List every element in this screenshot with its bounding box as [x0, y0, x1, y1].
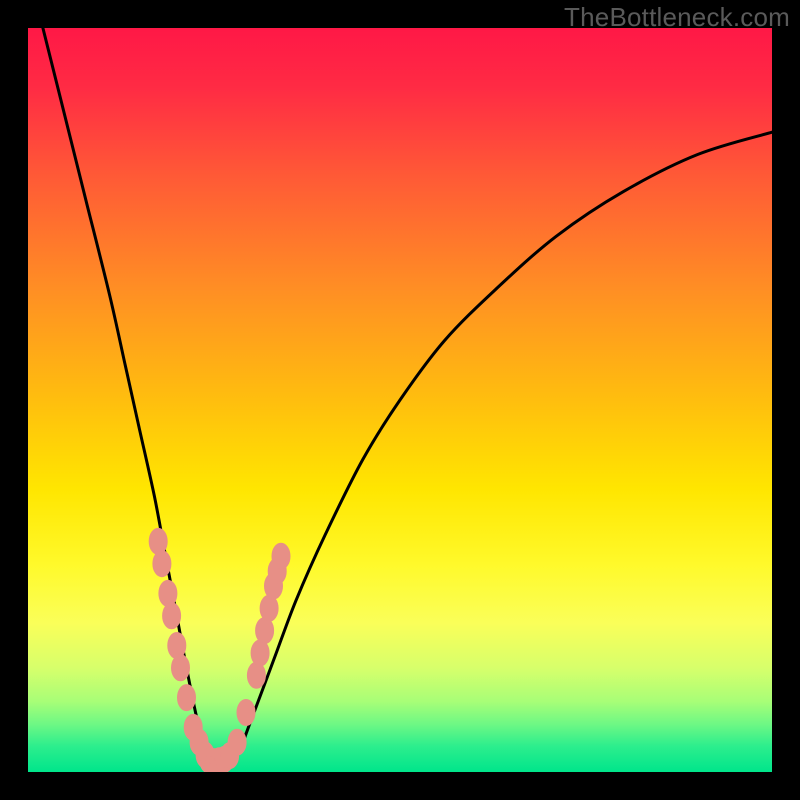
curve-marker — [251, 640, 269, 666]
curve-marker — [247, 662, 265, 688]
bottleneck-curve — [43, 28, 772, 772]
curve-marker — [172, 655, 190, 681]
curve-marker — [153, 551, 171, 577]
plot-area — [28, 28, 772, 772]
curve-marker — [163, 603, 181, 629]
curve-marker — [168, 633, 186, 659]
chart-svg — [28, 28, 772, 772]
curve-marker — [159, 580, 177, 606]
watermark-text: TheBottleneck.com — [564, 2, 790, 33]
curve-marker — [228, 729, 246, 755]
curve-marker — [178, 685, 196, 711]
curve-markers — [149, 528, 290, 772]
curve-marker — [149, 528, 167, 554]
outer-frame: TheBottleneck.com — [0, 0, 800, 800]
curve-marker — [272, 543, 290, 569]
curve-marker — [237, 700, 255, 726]
